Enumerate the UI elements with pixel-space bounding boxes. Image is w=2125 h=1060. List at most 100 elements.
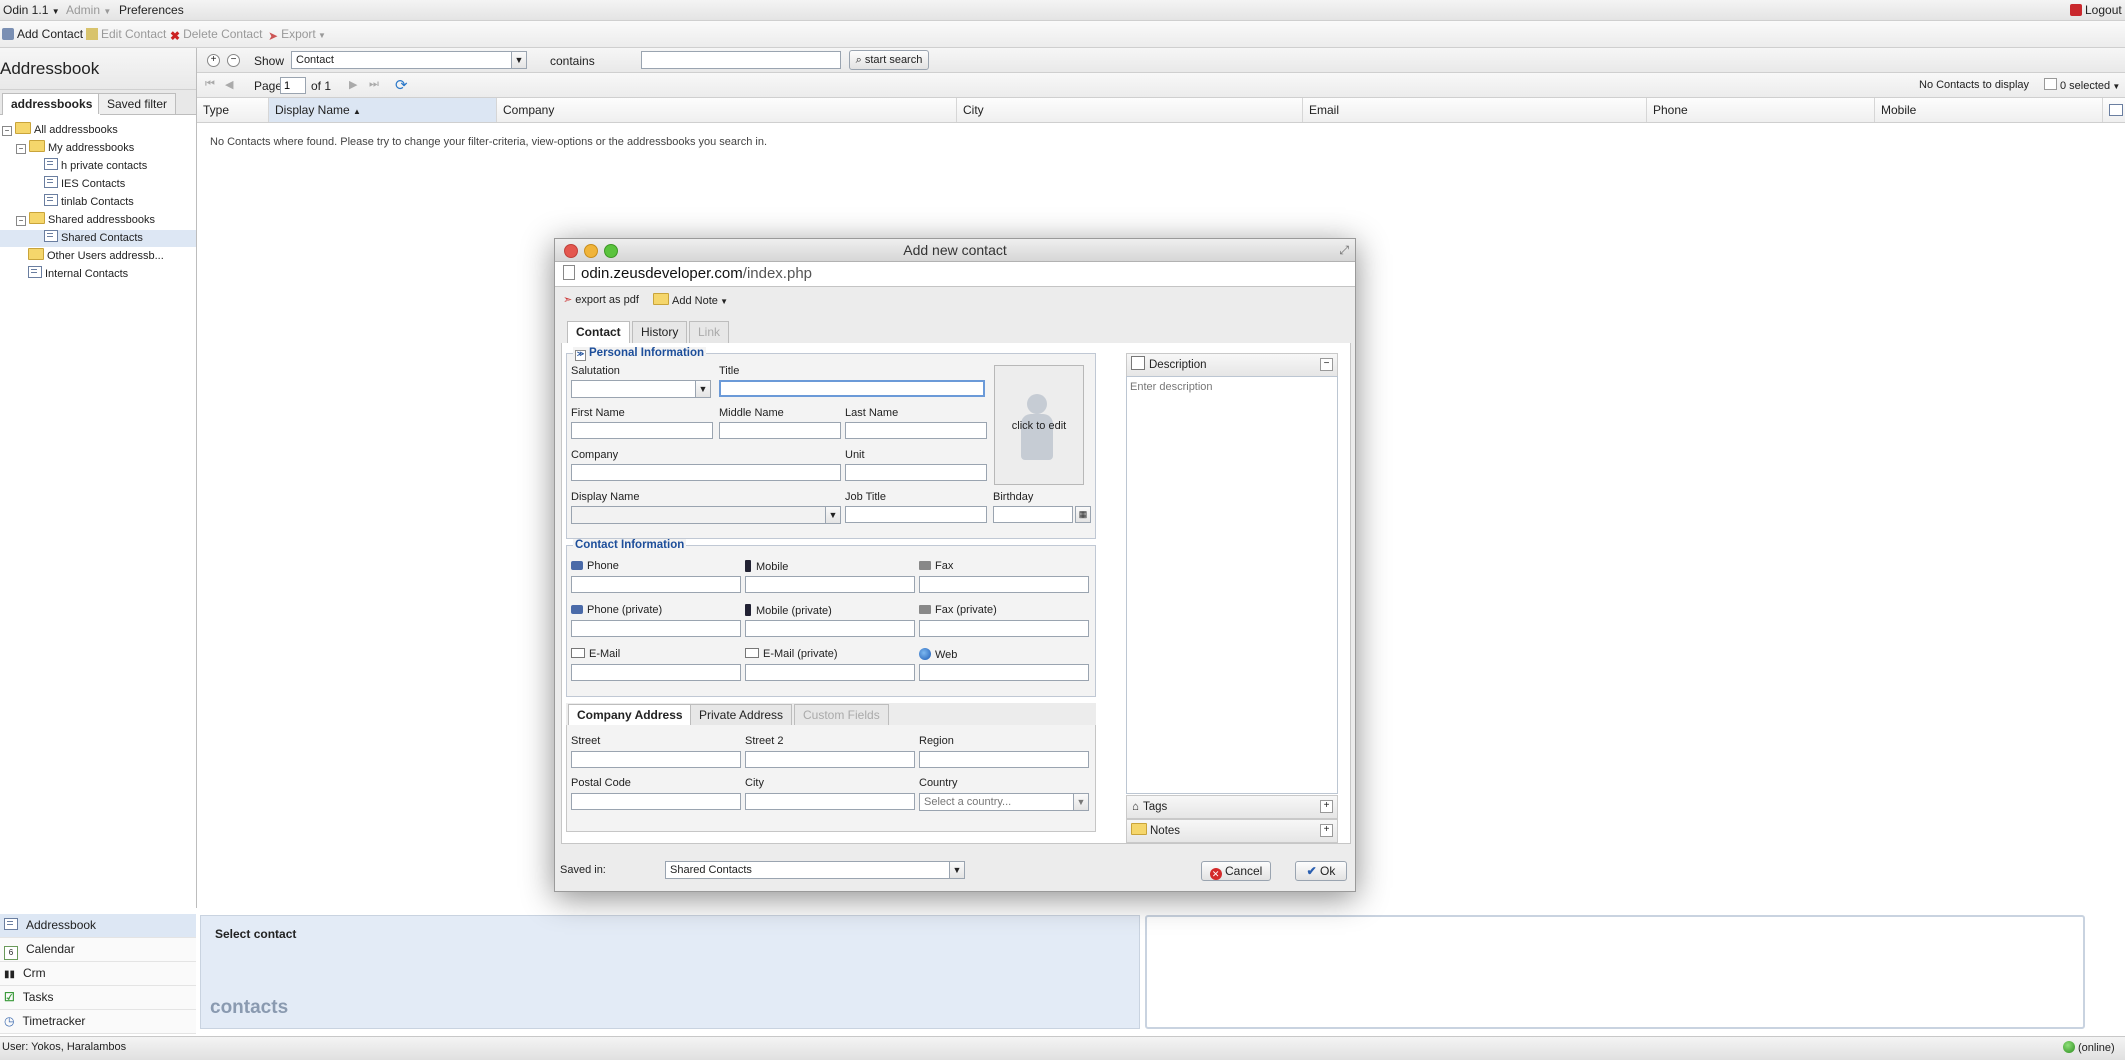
middle-name-input[interactable] [719, 422, 841, 439]
description-header[interactable]: Description − [1126, 353, 1338, 377]
tree-node-shared[interactable]: − Shared addressbooks [16, 212, 155, 229]
tab-private-address[interactable]: Private Address [690, 704, 793, 726]
first-page-icon[interactable]: ⏮ [205, 78, 215, 91]
tree-node-all[interactable]: − All addressbooks [2, 122, 118, 139]
expand-notes-icon[interactable]: + [1320, 824, 1333, 837]
tab-addressbooks[interactable]: addressbooks [2, 93, 102, 115]
collapse-icon[interactable]: − [16, 144, 26, 154]
region-input[interactable] [919, 751, 1089, 768]
tab-link[interactable]: Link [689, 321, 730, 343]
col-type[interactable]: Type [197, 98, 269, 122]
export-menu[interactable]: ➤ Export ▼ [268, 27, 326, 43]
collapse-icon[interactable]: ≫ [575, 350, 586, 361]
last-name-input[interactable] [845, 422, 987, 439]
tree-node-my[interactable]: − My addressbooks [16, 140, 134, 157]
module-addressbook[interactable]: Addressbook [0, 914, 196, 938]
col-company[interactable]: Company [497, 98, 957, 122]
zoom-window-icon[interactable] [604, 244, 618, 258]
col-city[interactable]: City [957, 98, 1303, 122]
remove-filter-icon[interactable]: − [227, 54, 240, 67]
country-select[interactable]: Select a country... ▼ [919, 793, 1089, 811]
column-chooser-icon[interactable] [2109, 104, 2123, 116]
col-email[interactable]: Email [1303, 98, 1647, 122]
next-page-icon[interactable]: ▶ [349, 78, 357, 91]
saved-in-select[interactable]: Shared Contacts ▼ [665, 861, 965, 879]
module-timetracker[interactable]: ◷ Timetracker [0, 1010, 196, 1034]
fax-private-input[interactable] [919, 620, 1089, 637]
page-input[interactable] [280, 77, 306, 94]
birthday-input[interactable] [993, 506, 1073, 523]
tab-saved-filter[interactable]: Saved filter [98, 93, 177, 114]
delete-contact-button[interactable]: ✖ Delete Contact [170, 27, 262, 43]
personal-info-legend[interactable]: ≫ Personal Information [573, 347, 707, 361]
tree-node-ies[interactable]: IES Contacts [44, 176, 125, 193]
ok-button[interactable]: ✔ Ok [1295, 861, 1347, 881]
search-input[interactable] [641, 51, 841, 69]
tree-node-other-users[interactable]: Other Users addressb... [28, 248, 164, 265]
tab-contact[interactable]: Contact [567, 321, 630, 344]
tree-node-private[interactable]: h private contacts [44, 158, 147, 175]
prev-page-icon[interactable]: ◀ [225, 78, 233, 91]
add-contact-button[interactable]: Add Contact [2, 27, 83, 41]
export-pdf-button[interactable]: ➣ export as pdf [563, 293, 639, 306]
street-input[interactable] [571, 751, 741, 768]
calendar-picker-icon[interactable]: ▦ [1075, 506, 1091, 523]
admin-menu[interactable]: Admin ▼ [66, 3, 111, 17]
email-private-input[interactable] [745, 664, 915, 681]
tree-node-internal[interactable]: Internal Contacts [28, 266, 128, 283]
expand-tags-icon[interactable]: + [1320, 800, 1333, 813]
tab-custom-fields[interactable]: Custom Fields [794, 704, 889, 726]
module-tasks[interactable]: ☑ Tasks [0, 986, 196, 1010]
module-crm[interactable]: ▮▮ Crm [0, 962, 196, 986]
empty-message: No Contacts where found. Please try to c… [210, 136, 767, 148]
salutation-select[interactable]: ▼ [571, 380, 711, 398]
phone-icon [571, 605, 583, 614]
description-textarea[interactable]: Enter description [1126, 376, 1338, 794]
module-calendar[interactable]: 6 Calendar [0, 938, 196, 962]
fax-input[interactable] [919, 576, 1089, 593]
tab-history[interactable]: History [632, 321, 688, 343]
add-note-button[interactable]: Add Note ▼ [653, 293, 728, 307]
refresh-icon[interactable]: ⟳ [395, 76, 408, 94]
close-window-icon[interactable] [564, 244, 578, 258]
company-input[interactable] [571, 464, 841, 481]
display-name-select[interactable]: ▼ [571, 506, 841, 524]
phone-input[interactable] [571, 576, 741, 593]
start-search-button[interactable]: ⌕ start search [849, 50, 929, 70]
resize-icon[interactable]: ⤢ [1339, 239, 1349, 261]
phone-private-input[interactable] [571, 620, 741, 637]
title-input[interactable] [719, 380, 985, 397]
cancel-button[interactable]: ✕ Cancel [1201, 861, 1271, 881]
city-input[interactable] [745, 793, 915, 810]
minimize-window-icon[interactable] [584, 244, 598, 258]
selection-menu[interactable]: 0 selected ▼ [2044, 78, 2120, 92]
last-page-icon[interactable]: ⏭ [369, 78, 379, 91]
mobile-input[interactable] [745, 576, 915, 593]
filter-type-select[interactable]: Contact ▼ [291, 51, 527, 69]
tab-company-address[interactable]: Company Address [568, 704, 692, 727]
collapse-icon[interactable]: − [2, 126, 12, 136]
edit-contact-button[interactable]: Edit Contact [86, 27, 166, 41]
col-display-name[interactable]: Display Name ▲ [269, 98, 497, 122]
tags-header[interactable]: ⌂ Tags + [1126, 795, 1338, 819]
job-title-input[interactable] [845, 506, 987, 523]
web-input[interactable] [919, 664, 1089, 681]
collapse-icon[interactable]: − [16, 216, 26, 226]
notes-header[interactable]: Notes + [1126, 819, 1338, 843]
app-menu[interactable]: Odin 1.1 ▼ [3, 3, 60, 17]
col-mobile[interactable]: Mobile [1875, 98, 2103, 122]
add-filter-icon[interactable]: + [207, 54, 220, 67]
tree-node-shared-contacts[interactable]: Shared Contacts [0, 230, 196, 247]
tree-node-tinlab[interactable]: tinlab Contacts [44, 194, 134, 211]
unit-input[interactable] [845, 464, 987, 481]
first-name-input[interactable] [571, 422, 713, 439]
street2-input[interactable] [745, 751, 915, 768]
email-input[interactable] [571, 664, 741, 681]
col-phone[interactable]: Phone [1647, 98, 1875, 122]
collapse-description-icon[interactable]: − [1320, 358, 1333, 371]
mobile-private-input[interactable] [745, 620, 915, 637]
contact-photo[interactable]: click to edit [994, 365, 1084, 485]
logout-button[interactable]: Logout [2070, 3, 2122, 17]
preferences-menu[interactable]: Preferences [119, 3, 184, 17]
postal-code-input[interactable] [571, 793, 741, 810]
